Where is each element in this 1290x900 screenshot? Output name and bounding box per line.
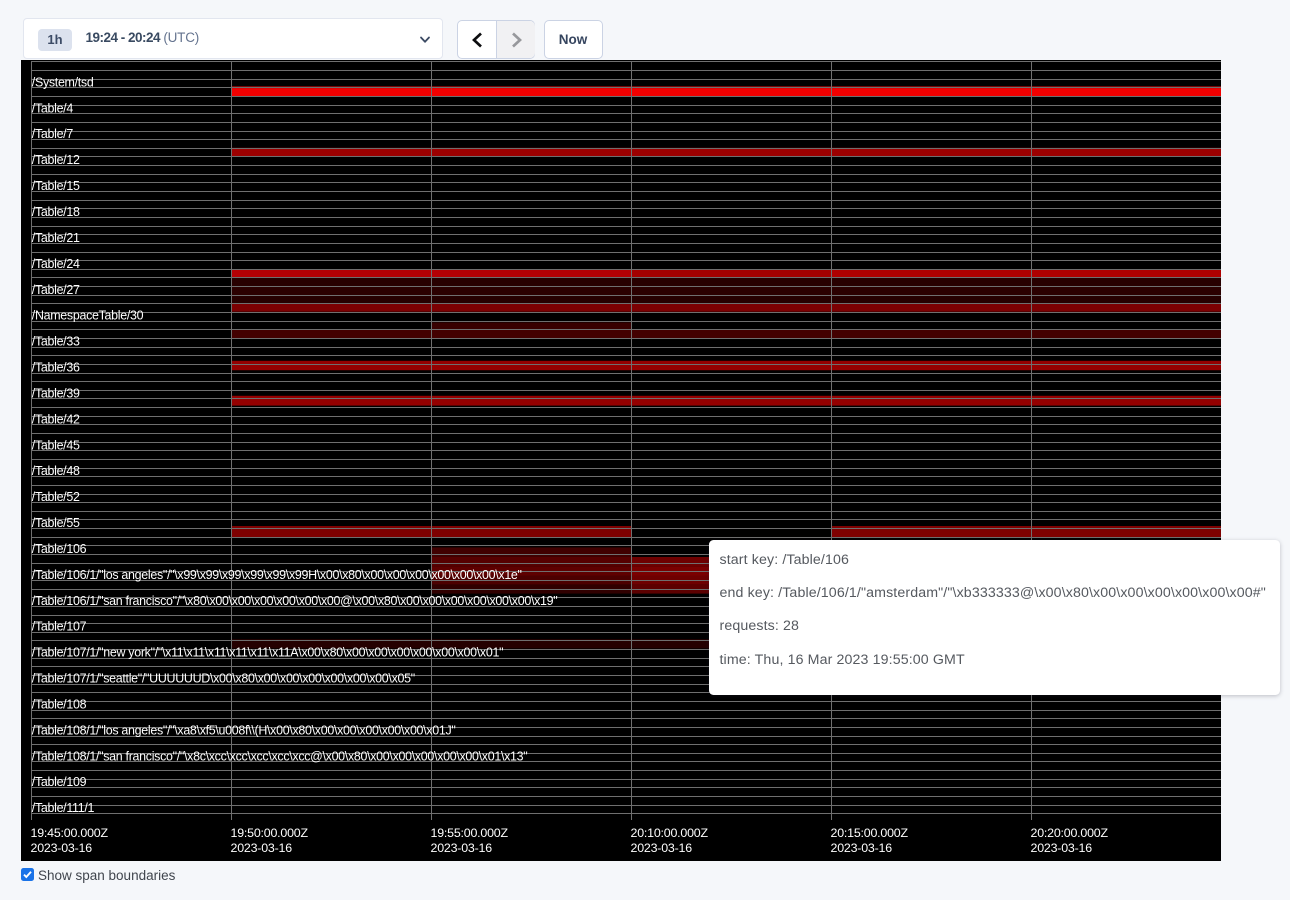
svg-text:2023-03-16: 2023-03-16	[831, 841, 893, 855]
svg-text:/Table/106: /Table/106	[32, 542, 87, 556]
svg-text:19:45:00.000Z: 19:45:00.000Z	[31, 826, 109, 840]
svg-text:/Table/42: /Table/42	[32, 412, 80, 426]
svg-text:/Table/107/1/"seattle"/"UUUUUU: /Table/107/1/"seattle"/"UUUUUUD\x00\x80\…	[32, 672, 415, 686]
svg-text:/Table/39: /Table/39	[32, 386, 80, 400]
svg-text:/Table/24: /Table/24	[32, 257, 80, 271]
svg-text:2023-03-16: 2023-03-16	[631, 841, 693, 855]
svg-text:/Table/106/1/"san francisco"/": /Table/106/1/"san francisco"/"\x80\x00\x…	[32, 594, 558, 608]
svg-text:/Table/45: /Table/45	[32, 438, 80, 452]
svg-text:/Table/52: /Table/52	[32, 490, 80, 504]
svg-text:/Table/109: /Table/109	[32, 775, 87, 789]
svg-text:19:55:00.000Z: 19:55:00.000Z	[431, 826, 509, 840]
svg-text:/Table/18: /Table/18	[32, 205, 80, 219]
svg-text:/Table/7: /Table/7	[32, 127, 74, 141]
svg-text:/Table/33: /Table/33	[32, 335, 80, 349]
svg-text:/Table/12: /Table/12	[32, 153, 80, 167]
svg-text:/Table/108/1/"los angeles"/"\x: /Table/108/1/"los angeles"/"\xa8\xf5\u00…	[32, 723, 456, 737]
svg-text:/Table/107: /Table/107	[32, 620, 87, 634]
svg-text:/NamespaceTable/30: /NamespaceTable/30	[32, 309, 144, 323]
svg-text:/Table/108: /Table/108	[32, 697, 87, 711]
svg-text:2023-03-16: 2023-03-16	[1031, 841, 1093, 855]
svg-text:/Table/55: /Table/55	[32, 516, 80, 530]
svg-text:/Table/15: /Table/15	[32, 179, 80, 193]
svg-text:20:10:00.000Z: 20:10:00.000Z	[631, 826, 709, 840]
svg-text:/Table/4: /Table/4	[32, 101, 74, 115]
svg-text:2023-03-16: 2023-03-16	[231, 841, 293, 855]
svg-text:2023-03-16: 2023-03-16	[31, 841, 93, 855]
svg-text:2023-03-16: 2023-03-16	[431, 841, 493, 855]
svg-text:/Table/36: /Table/36	[32, 361, 80, 375]
svg-text:/Table/27: /Table/27	[32, 283, 80, 297]
svg-text:/Table/106/1/"los angeles"/"\x: /Table/106/1/"los angeles"/"\x99\x99\x99…	[32, 568, 522, 582]
svg-text:19:50:00.000Z: 19:50:00.000Z	[231, 826, 309, 840]
svg-text:/Table/48: /Table/48	[32, 464, 80, 478]
svg-text:/System/tsd: /System/tsd	[32, 75, 94, 89]
svg-text:/Table/107/1/"new york"/"\x11\: /Table/107/1/"new york"/"\x11\x11\x11\x1…	[32, 646, 503, 660]
svg-text:/Table/21: /Table/21	[32, 231, 80, 245]
svg-text:/Table/111/1: /Table/111/1	[32, 801, 95, 815]
svg-text:/Table/108/1/"san francisco"/": /Table/108/1/"san francisco"/"\x8c\xcc\x…	[32, 749, 528, 763]
svg-text:20:20:00.000Z: 20:20:00.000Z	[1031, 826, 1109, 840]
svg-text:20:15:00.000Z: 20:15:00.000Z	[831, 826, 909, 840]
